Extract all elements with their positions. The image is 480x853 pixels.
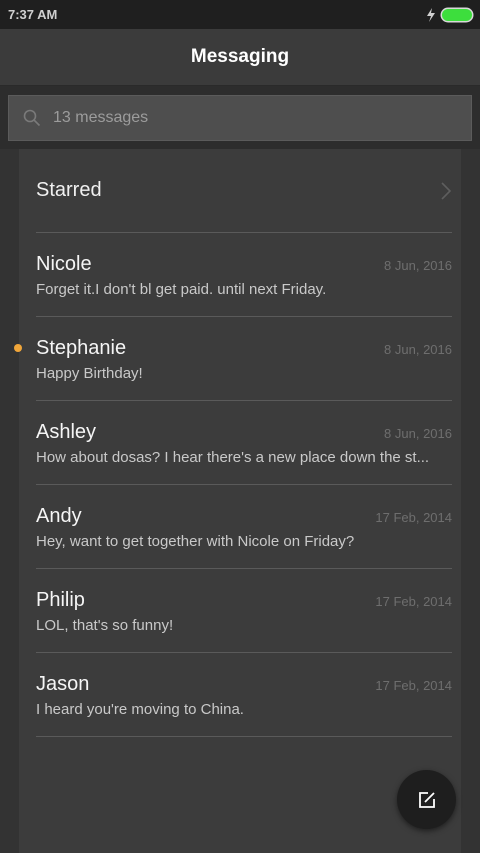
contact-name: Jason <box>36 673 90 695</box>
message-preview: I heard you're moving to China. <box>36 701 244 718</box>
message-date: 17 Feb, 2014 <box>375 510 452 525</box>
left-gutter <box>0 149 19 853</box>
contact-name: Stephanie <box>36 337 127 359</box>
conversation-row[interactable]: Jason 17 Feb, 2014 I heard you're moving… <box>36 653 452 737</box>
message-preview: How about dosas? I hear there's a new pl… <box>36 449 430 466</box>
message-date: 8 Jun, 2016 <box>384 426 452 441</box>
charging-icon <box>427 7 435 22</box>
search-input[interactable] <box>53 109 433 127</box>
page-title: Messaging <box>190 46 290 67</box>
unread-indicator <box>14 344 22 352</box>
app-bar: Messaging <box>0 29 480 86</box>
starred-label: Starred <box>36 179 102 201</box>
compose-icon <box>418 791 435 808</box>
message-date: 8 Jun, 2016 <box>384 258 452 273</box>
conversation-row[interactable]: Nicole 8 Jun, 2016 Forget it.I don't bl … <box>36 233 452 317</box>
message-preview: Forget it.I don't bl get paid. until nex… <box>36 281 327 298</box>
starred-row[interactable]: Starred <box>36 149 452 233</box>
message-date: 17 Feb, 2014 <box>375 678 452 693</box>
conversation-row[interactable]: Philip 17 Feb, 2014 LOL, that's so funny… <box>36 569 452 653</box>
conversation-list: Starred Nicole 8 Jun, 2016 Forget it.I d… <box>19 149 461 853</box>
search-icon <box>23 109 41 127</box>
contact-name: Andy <box>36 505 82 527</box>
search-box[interactable] <box>8 95 472 141</box>
chevron-right-icon <box>441 181 452 200</box>
status-bar: 7:37 AM <box>0 0 480 29</box>
contact-name: Nicole <box>36 253 92 275</box>
search-container <box>0 86 480 149</box>
status-time: 7:37 AM <box>8 7 58 22</box>
message-preview: LOL, that's so funny! <box>36 617 174 634</box>
right-gutter <box>461 149 480 853</box>
battery-icon <box>442 8 472 21</box>
compose-button[interactable] <box>397 770 456 829</box>
message-preview: Hey, want to get together with Nicole on… <box>36 533 355 550</box>
message-date: 17 Feb, 2014 <box>375 594 452 609</box>
message-date: 8 Jun, 2016 <box>384 342 452 357</box>
contact-name: Ashley <box>36 421 97 443</box>
conversation-row[interactable]: Ashley 8 Jun, 2016 How about dosas? I he… <box>36 401 452 485</box>
conversation-row[interactable]: Stephanie 8 Jun, 2016 Happy Birthday! <box>36 317 452 401</box>
status-icons <box>426 7 472 22</box>
message-preview: Happy Birthday! <box>36 365 143 382</box>
conversation-row[interactable]: Andy 17 Feb, 2014 Hey, want to get toget… <box>36 485 452 569</box>
contact-name: Philip <box>36 589 85 611</box>
